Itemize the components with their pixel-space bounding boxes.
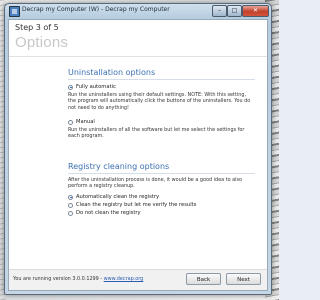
version-text: You are running version 3.0.0.1299 - xyxy=(13,276,103,282)
minimize-button[interactable]: – xyxy=(212,5,227,17)
registry-section-title: Registry cleaning options xyxy=(68,162,170,171)
back-button[interactable]: Back xyxy=(186,273,221,285)
radio-label: Automatically clean the registry xyxy=(76,194,160,200)
wizard-footer: You are running version 3.0.0.1299 - www… xyxy=(9,269,267,290)
next-button[interactable]: Next xyxy=(226,273,261,285)
divider xyxy=(68,79,255,80)
page-title: Options xyxy=(15,34,69,51)
app-icon xyxy=(9,6,20,17)
radio-label: Fully automatic xyxy=(76,84,116,90)
radio-selected-icon[interactable] xyxy=(68,194,73,200)
radio-unselected-icon[interactable] xyxy=(68,202,73,208)
radio-unselected-icon[interactable] xyxy=(68,119,73,125)
version-info: You are running version 3.0.0.1299 - www… xyxy=(13,276,143,282)
radio-verify-registry[interactable]: Clean the registry but let me verify the… xyxy=(68,202,196,208)
manual-description: Run the uninstallers of all the software… xyxy=(68,127,245,140)
radio-label: Manual xyxy=(76,119,95,125)
registry-description: After the uninstallation process is done… xyxy=(68,177,243,190)
radio-selected-icon[interactable] xyxy=(68,84,73,90)
wizard-header: Step 3 of 5 Options xyxy=(9,20,267,57)
radio-auto-clean-registry[interactable]: Automatically clean the registry xyxy=(68,194,159,200)
radio-manual[interactable]: Manual xyxy=(68,119,95,125)
radio-fully-automatic[interactable]: Fully automatic xyxy=(68,84,116,90)
close-button[interactable]: ✕ xyxy=(242,5,269,17)
step-indicator: Step 3 of 5 xyxy=(15,23,59,32)
radio-label: Clean the registry but let me verify the… xyxy=(76,202,197,208)
radio-unselected-icon[interactable] xyxy=(68,210,73,216)
maximize-button[interactable]: □ xyxy=(227,5,242,17)
app-window: Decrap my Computer (W) - Decrap my Compu… xyxy=(4,3,272,295)
window-title: Decrap my Computer (W) - Decrap my Compu… xyxy=(22,6,170,13)
title-bar[interactable]: Decrap my Computer (W) - Decrap my Compu… xyxy=(5,4,271,18)
website-link[interactable]: www.decrap.org xyxy=(104,276,144,282)
divider xyxy=(68,173,255,174)
fully-automatic-description: Run the uninstallers using their default… xyxy=(68,92,251,111)
radio-label: Do not clean the registry xyxy=(76,210,141,216)
uninstallation-section-title: Uninstallation options xyxy=(68,68,156,77)
wizard-content: Step 3 of 5 Options Uninstallation optio… xyxy=(8,19,268,291)
radio-no-registry-clean[interactable]: Do not clean the registry xyxy=(68,210,141,216)
